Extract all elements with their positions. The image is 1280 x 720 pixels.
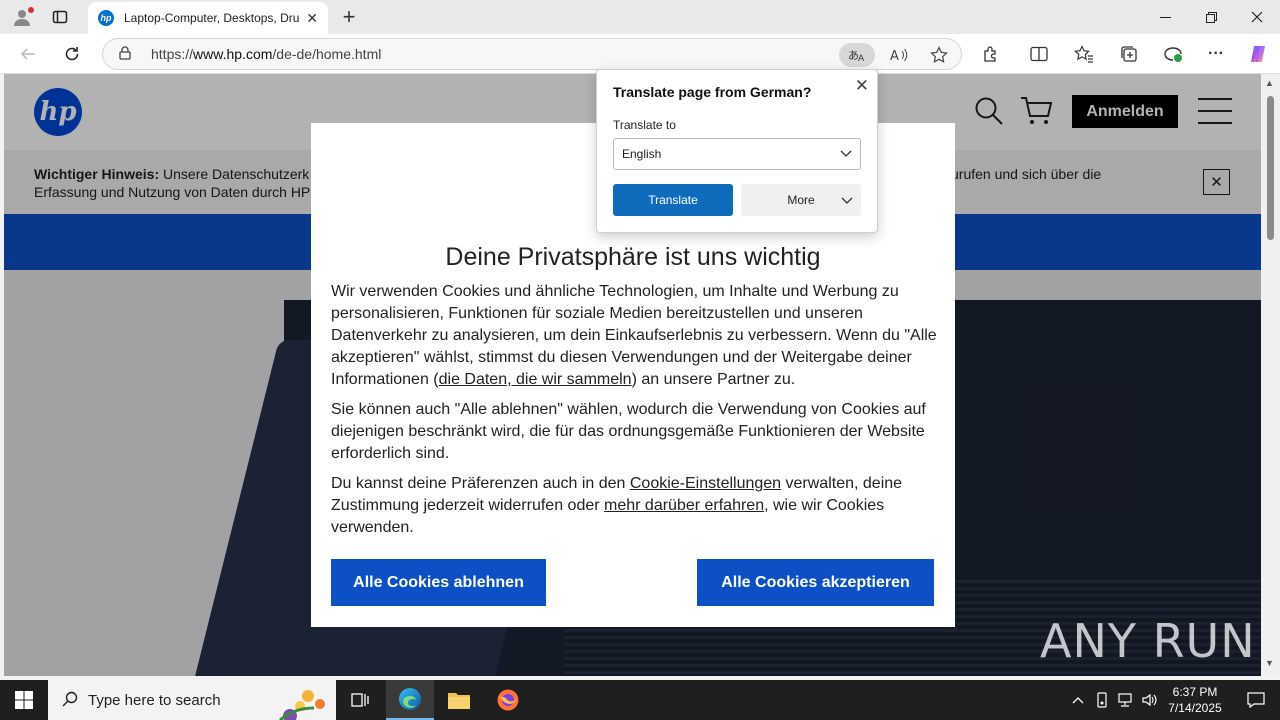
cookie-paragraph-1: Wir verwenden Cookies und ähnliche Techn…	[331, 283, 937, 388]
extensions-icon[interactable]	[977, 42, 1005, 66]
start-button[interactable]	[0, 680, 48, 720]
taskbar-search[interactable]: Type here to search	[48, 680, 336, 720]
scroll-up-icon[interactable]: ▲	[1265, 78, 1274, 88]
firefox-icon[interactable]	[484, 680, 532, 720]
more-options-button[interactable]: More	[741, 184, 861, 216]
profile-icon[interactable]	[8, 4, 36, 30]
task-view-icon[interactable]	[336, 680, 384, 720]
accept-all-cookies-button[interactable]: Alle Cookies akzeptieren	[697, 559, 934, 606]
clock-date: 7/14/2025	[1168, 701, 1222, 715]
taskbar-search-placeholder: Type here to search	[88, 691, 221, 709]
close-window-button[interactable]	[1234, 0, 1280, 34]
lock-icon[interactable]	[119, 45, 133, 63]
favorites-icon[interactable]	[1070, 42, 1098, 66]
refresh-icon[interactable]	[58, 42, 86, 66]
translate-close-icon[interactable]: ✕	[855, 76, 869, 96]
read-aloud-icon[interactable]: A	[881, 43, 917, 67]
restore-button[interactable]	[1188, 0, 1234, 34]
cookie-paragraph-2: Sie können auch "Alle ablehnen" wählen, …	[331, 401, 926, 462]
device-icon[interactable]	[1090, 680, 1114, 720]
new-tab-icon[interactable]: +	[336, 4, 362, 30]
network-icon[interactable]	[1114, 680, 1138, 720]
browser-toolbar: https://www.hp.com/de-de/home.html あA A …	[0, 34, 1280, 74]
taskbar-clock[interactable]: 6:37 PM 7/14/2025	[1160, 684, 1230, 716]
clock-time: 6:37 PM	[1172, 685, 1218, 699]
collections-icon[interactable]	[1115, 42, 1143, 66]
anyrun-watermark: ANY RUN	[1040, 614, 1256, 668]
cookie-paragraph-3: Du kannst deine Präferenzen auch in den …	[331, 475, 903, 536]
svg-text:A: A	[890, 49, 899, 63]
collected-data-link[interactable]: die Daten, die wir sammeln	[439, 371, 632, 388]
more-options-icon[interactable]: ···	[1202, 42, 1230, 66]
chevron-down-icon	[841, 197, 853, 204]
chevron-down-icon	[840, 150, 852, 157]
windows-logo-icon	[15, 691, 33, 709]
svg-text:A: A	[858, 54, 865, 63]
tab-actions-icon[interactable]	[46, 4, 74, 30]
browser-essentials-icon[interactable]	[1159, 42, 1187, 66]
copilot-icon[interactable]	[1244, 42, 1272, 66]
edge-taskbar-icon[interactable]	[386, 680, 434, 720]
page-scrollbar[interactable]: ▲ ▼	[1261, 74, 1280, 676]
cookie-dialog-title: Deine Privatsphäre ist uns wichtig	[445, 243, 821, 271]
translate-icon[interactable]: あA	[839, 43, 875, 67]
browser-tab[interactable]: hp Laptop-Computer, Desktops, Drucker ✕	[88, 2, 328, 34]
translate-button[interactable]: Translate	[613, 184, 733, 216]
favorite-star-icon[interactable]	[921, 43, 957, 67]
cookie-settings-link[interactable]: Cookie-Einstellungen	[630, 475, 781, 492]
search-icon	[62, 691, 78, 712]
tab-close-icon[interactable]: ✕	[306, 10, 318, 27]
target-language-select[interactable]: English	[613, 138, 861, 170]
split-screen-icon[interactable]	[1025, 42, 1053, 66]
translate-popup-title: Translate page from German?	[613, 84, 812, 100]
tab-bar: hp Laptop-Computer, Desktops, Drucker ✕ …	[0, 0, 1280, 34]
translate-popup: Translate page from German? ✕ Translate …	[596, 69, 878, 233]
volume-icon[interactable]	[1138, 680, 1162, 720]
url-text: https://www.hp.com/de-de/home.html	[151, 46, 382, 62]
windows-taskbar: Type here to search 6:37 PM 7/14/2025	[0, 680, 1280, 720]
show-hidden-icons-chevron-icon[interactable]	[1066, 680, 1090, 720]
minimize-button[interactable]	[1142, 0, 1188, 34]
hp-favicon-icon: hp	[98, 10, 114, 26]
notifications-icon[interactable]	[1232, 680, 1280, 720]
profile-badge-icon	[28, 7, 34, 13]
tab-title: Laptop-Computer, Desktops, Drucker	[124, 11, 300, 25]
scroll-down-icon[interactable]: ▼	[1265, 658, 1274, 668]
file-explorer-icon[interactable]	[435, 680, 483, 720]
address-bar[interactable]: https://www.hp.com/de-de/home.html あA A	[102, 38, 962, 70]
scrollbar-thumb[interactable]	[1267, 96, 1274, 240]
learn-more-link[interactable]: mehr darüber erfahren	[604, 497, 764, 514]
search-highlight-flowers-icon	[279, 690, 325, 720]
reject-all-cookies-button[interactable]: Alle Cookies ablehnen	[331, 559, 546, 606]
back-icon[interactable]	[14, 42, 42, 66]
translate-to-label: Translate to	[613, 118, 676, 132]
